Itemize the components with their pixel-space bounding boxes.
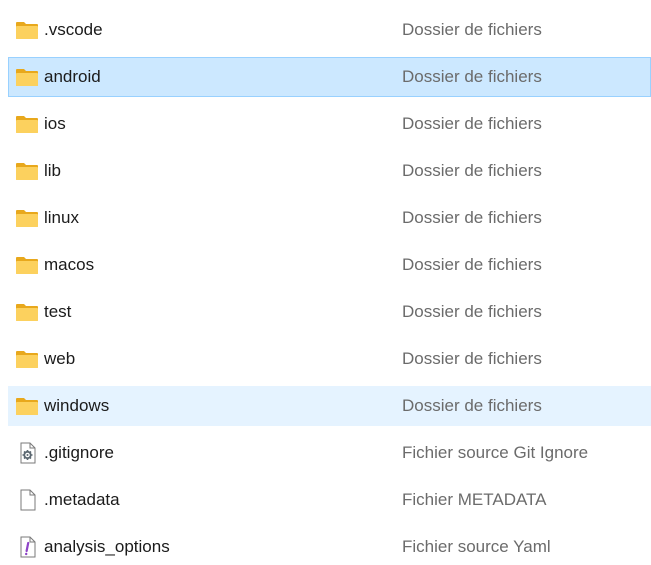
file-row-ios[interactable]: ios Dossier de fichiers: [8, 104, 651, 144]
folder-icon: [16, 116, 38, 133]
file-name: .metadata: [44, 490, 120, 509]
file-type: Fichier source Yaml: [402, 537, 551, 556]
file-name: .vscode: [44, 20, 103, 39]
file-name: web: [44, 349, 76, 368]
folder-icon: [16, 257, 38, 274]
file-type: Dossier de fichiers: [402, 302, 542, 321]
file-type: Dossier de fichiers: [402, 114, 542, 133]
blank-file-icon: [20, 489, 36, 511]
file-row-vscode[interactable]: .vscode Dossier de fichiers: [8, 10, 651, 50]
file-name: test: [44, 302, 72, 321]
file-name: linux: [44, 208, 79, 227]
file-row-windows[interactable]: windows Dossier de fichiers: [8, 386, 651, 426]
file-row-web[interactable]: web Dossier de fichiers: [8, 339, 651, 379]
folder-icon: [16, 163, 38, 180]
file-row-analysis-options[interactable]: analysis_options Fichier source Yaml: [8, 527, 651, 565]
file-type: Fichier METADATA: [402, 490, 547, 509]
file-list: .vscode Dossier de fichiers android Doss…: [0, 0, 651, 565]
file-name: macos: [44, 255, 95, 274]
folder-icon: [16, 210, 38, 227]
file-type: Fichier source Git Ignore: [402, 443, 589, 462]
file-name: android: [44, 67, 101, 86]
file-type: Dossier de fichiers: [402, 349, 542, 368]
folder-icon: [16, 398, 38, 415]
file-row-metadata[interactable]: .metadata Fichier METADATA: [8, 480, 651, 520]
config-file-icon: [20, 442, 36, 464]
file-row-macos[interactable]: macos Dossier de fichiers: [8, 245, 651, 285]
file-type: Dossier de fichiers: [402, 161, 542, 180]
folder-icon: [16, 351, 38, 368]
folder-icon: [16, 69, 38, 86]
file-row-test[interactable]: test Dossier de fichiers: [8, 292, 651, 332]
file-row-lib[interactable]: lib Dossier de fichiers: [8, 151, 651, 191]
folder-icon: [16, 304, 38, 321]
file-row-android[interactable]: android Dossier de fichiers: [8, 57, 651, 97]
file-type: Dossier de fichiers: [402, 67, 542, 86]
file-type: Dossier de fichiers: [402, 208, 542, 227]
file-row-linux[interactable]: linux Dossier de fichiers: [8, 198, 651, 238]
file-type: Dossier de fichiers: [402, 396, 542, 415]
file-name: windows: [44, 396, 110, 415]
file-name: .gitignore: [44, 443, 114, 462]
file-name: ios: [44, 114, 66, 133]
file-name: lib: [44, 161, 62, 180]
file-type: Dossier de fichiers: [402, 255, 542, 274]
file-type: Dossier de fichiers: [402, 20, 542, 39]
yaml-file-icon: [20, 536, 36, 558]
folder-icon: [16, 22, 38, 39]
file-row-gitignore[interactable]: .gitignore Fichier source Git Ignore: [8, 433, 651, 473]
file-name: analysis_options: [44, 537, 170, 556]
